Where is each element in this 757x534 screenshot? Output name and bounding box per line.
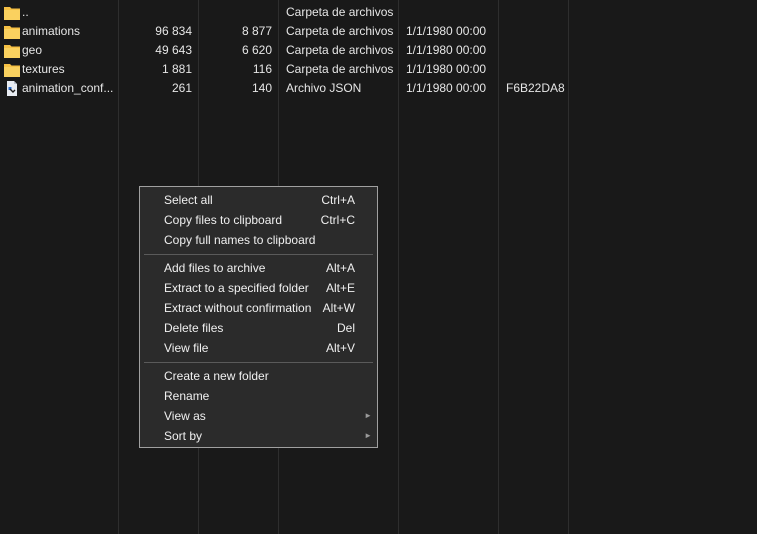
file-row-geo[interactable]: geo 49 643 6 620 Carpeta de archivos 1/1… (0, 41, 757, 60)
file-type: Carpeta de archivos (286, 24, 394, 38)
menu-item-delete-files[interactable]: Delete files Del (141, 318, 376, 338)
menu-item-shortcut: Alt+A (325, 261, 355, 275)
file-size: 261 (171, 81, 192, 95)
menu-item-shortcut: Del (336, 321, 355, 335)
file-size: 1 881 (161, 62, 192, 76)
file-crc (506, 22, 566, 41)
menu-item-view-as[interactable]: View as ► (141, 406, 376, 426)
file-size (120, 3, 192, 22)
menu-item-shortcut: Alt+V (325, 341, 355, 355)
menu-item-label: Create a new folder (164, 369, 269, 383)
file-date (406, 3, 496, 22)
menu-item-label: Delete files (164, 321, 224, 335)
file-crc (506, 60, 566, 79)
file-type: Carpeta de archivos (286, 43, 394, 57)
file-list: .. Carpeta de archivos animations 96 834… (0, 3, 757, 98)
menu-item-add-files[interactable]: Add files to archive Alt+A (141, 258, 376, 278)
menu-item-copy-full-names[interactable]: Copy full names to clipboard (141, 230, 376, 250)
menu-item-label: Copy files to clipboard (164, 213, 283, 227)
file-date: 1/1/1980 00:00 (406, 81, 487, 95)
menu-item-label: Extract to a specified folder (164, 281, 309, 295)
folder-icon (4, 24, 20, 39)
file-crc (506, 3, 566, 22)
menu-item-label: View as (164, 409, 206, 423)
submenu-arrow-icon: ► (364, 431, 372, 440)
menu-item-copy-files[interactable]: Copy files to clipboard Ctrl+C (141, 210, 376, 230)
menu-item-label: Copy full names to clipboard (164, 233, 316, 247)
file-packed-size: 8 877 (241, 24, 272, 38)
menu-separator (144, 362, 373, 363)
file-packed-size (200, 3, 272, 22)
file-type: Archivo JSON (286, 81, 362, 95)
menu-item-select-all[interactable]: Select all Ctrl+A (141, 190, 376, 210)
file-row-textures[interactable]: textures 1 881 116 Carpeta de archivos 1… (0, 60, 757, 79)
context-menu: Select all Ctrl+A Copy files to clipboar… (139, 186, 378, 448)
json-file-icon (4, 81, 20, 96)
menu-item-label: Extract without confirmation (164, 301, 312, 315)
file-row-animation-config[interactable]: animation_conf... 261 140 Archivo JSON 1… (0, 79, 757, 98)
menu-item-label: Sort by (164, 429, 203, 443)
file-name: animations (22, 24, 81, 38)
menu-item-shortcut: Ctrl+A (321, 193, 355, 207)
folder-icon (4, 43, 20, 58)
file-crc: F6B22DA8 (506, 81, 565, 95)
menu-item-sort-by[interactable]: Sort by ► (141, 426, 376, 446)
menu-separator (144, 254, 373, 255)
menu-item-label: Rename (164, 389, 210, 403)
file-name: animation_conf... (22, 81, 114, 95)
file-name: textures (22, 62, 65, 76)
file-name: geo (22, 43, 43, 57)
file-manager-window: .. Carpeta de archivos animations 96 834… (0, 0, 757, 534)
file-type: Carpeta de archivos (286, 5, 394, 19)
file-packed-size: 6 620 (241, 43, 272, 57)
file-crc (506, 41, 566, 60)
file-type: Carpeta de archivos (286, 62, 394, 76)
file-name: .. (22, 5, 29, 19)
menu-item-create-folder[interactable]: Create a new folder (141, 366, 376, 386)
menu-item-view-file[interactable]: View file Alt+V (141, 338, 376, 358)
file-packed-size: 140 (251, 81, 272, 95)
folder-icon (4, 62, 20, 77)
menu-item-label: Select all (164, 193, 213, 207)
submenu-arrow-icon: ► (364, 411, 372, 420)
file-date: 1/1/1980 00:00 (406, 62, 487, 76)
file-date: 1/1/1980 00:00 (406, 24, 487, 38)
file-size: 96 834 (155, 24, 192, 38)
menu-item-shortcut: Alt+E (325, 281, 355, 295)
menu-item-shortcut: Ctrl+C (320, 213, 355, 227)
file-packed-size: 116 (252, 62, 272, 76)
menu-item-shortcut: Alt+W (322, 301, 355, 315)
menu-item-label: View file (164, 341, 209, 355)
file-size: 49 643 (155, 43, 192, 57)
menu-item-label: Add files to archive (164, 261, 266, 275)
menu-item-rename[interactable]: Rename (141, 386, 376, 406)
file-row-parent[interactable]: .. Carpeta de archivos (0, 3, 757, 22)
file-date: 1/1/1980 00:00 (406, 43, 487, 57)
menu-item-extract-to-folder[interactable]: Extract to a specified folder Alt+E (141, 278, 376, 298)
menu-item-extract-without-confirmation[interactable]: Extract without confirmation Alt+W (141, 298, 376, 318)
file-row-animations[interactable]: animations 96 834 8 877 Carpeta de archi… (0, 22, 757, 41)
folder-icon (4, 5, 20, 20)
